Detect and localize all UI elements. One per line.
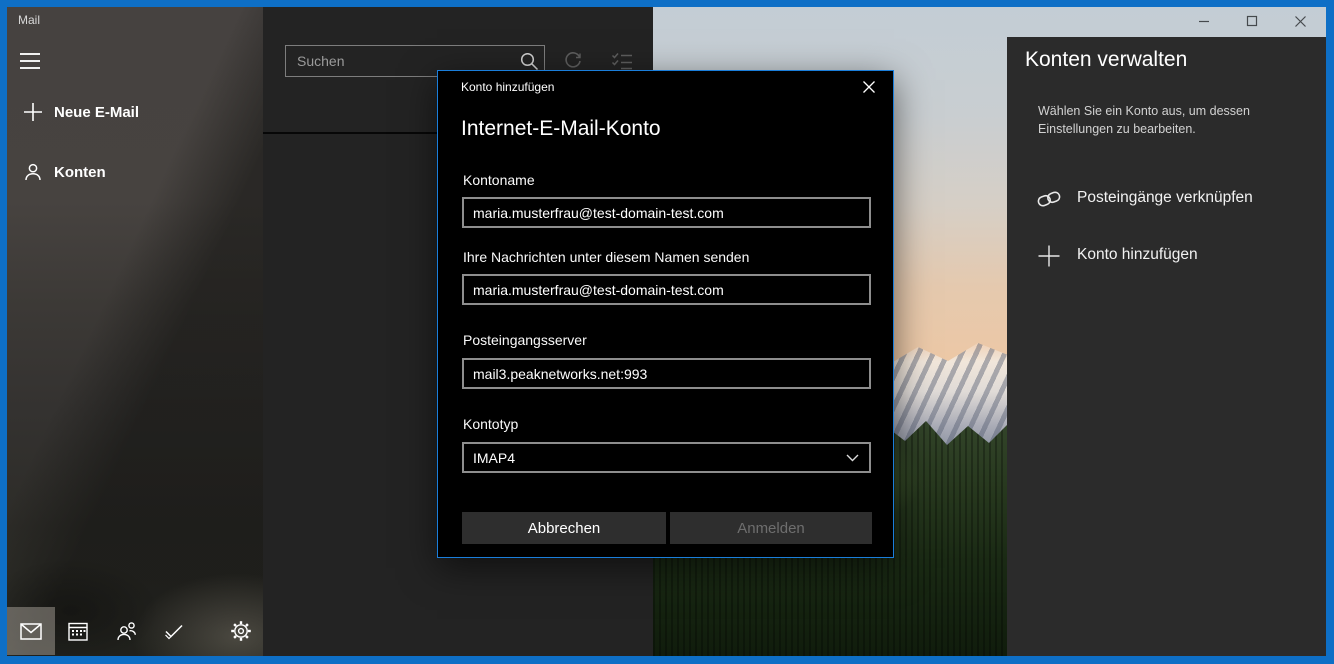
manage-accounts-panel: Konten verwalten Wählen Sie ein Konto au… [1007, 37, 1326, 656]
mail-icon [20, 623, 42, 640]
dock-mail-button[interactable] [7, 607, 55, 655]
add-account-dialog: Konto hinzufügen Internet-E-Mail-Konto K… [437, 70, 894, 558]
plus-icon [1036, 243, 1062, 269]
account-type-value: IMAP4 [464, 450, 835, 466]
cancel-button[interactable]: Abbrechen [462, 512, 666, 544]
people-icon [116, 621, 138, 641]
add-account-label: Konto hinzufügen [1077, 246, 1198, 264]
search-icon[interactable] [514, 52, 544, 71]
dock-todo-button[interactable] [150, 607, 198, 655]
account-name-label: Kontoname [463, 172, 535, 188]
new-mail-button[interactable]: Neue E-Mail [7, 95, 263, 129]
panel-description: Wählen Sie ein Konto aus, um dessen Eins… [1038, 102, 1273, 138]
account-type-label: Kontotyp [463, 416, 518, 432]
gear-icon [230, 620, 252, 642]
check-icon [163, 622, 185, 640]
folder-sidebar: Mail Neue E-Mail Konten [7, 7, 263, 656]
person-icon [21, 160, 45, 184]
dock-people-button[interactable] [103, 607, 151, 655]
account-name-input[interactable] [462, 197, 871, 228]
send-name-input[interactable] [462, 274, 871, 305]
send-name-label: Ihre Nachrichten unter diesem Namen send… [463, 249, 749, 265]
minimize-button[interactable] [1180, 8, 1228, 34]
new-mail-label: Neue E-Mail [54, 104, 139, 121]
account-type-select[interactable]: IMAP4 [462, 442, 871, 473]
plus-icon [21, 100, 45, 124]
window-controls [1180, 8, 1326, 34]
panel-title: Konten verwalten [1025, 48, 1187, 72]
chevron-down-icon [835, 454, 869, 462]
link-inboxes-label: Posteingänge verknüpfen [1077, 189, 1253, 207]
incoming-server-input[interactable] [462, 358, 871, 389]
dock-calendar-button[interactable] [54, 607, 102, 655]
dialog-title: Konto hinzufügen [461, 80, 554, 94]
maximize-button[interactable] [1228, 8, 1276, 34]
app-title: Mail [18, 13, 40, 27]
sidebar-item-accounts[interactable]: Konten [7, 155, 263, 189]
hamburger-menu-button[interactable] [20, 52, 42, 70]
incoming-server-label: Posteingangsserver [463, 332, 587, 348]
mail-app-window: Mail Neue E-Mail Konten [0, 0, 1334, 664]
signin-button[interactable]: Anmelden [670, 512, 872, 544]
sidebar-dock [7, 607, 263, 655]
link-icon [1036, 186, 1062, 212]
close-window-button[interactable] [1276, 8, 1324, 34]
dialog-heading: Internet-E-Mail-Konto [461, 117, 661, 141]
search-input[interactable] [286, 53, 514, 69]
dock-settings-button[interactable] [217, 607, 265, 655]
calendar-icon [68, 621, 88, 641]
dialog-close-button[interactable] [854, 74, 884, 100]
link-inboxes-item[interactable]: Posteingänge verknüpfen [1007, 182, 1326, 218]
accounts-label: Konten [54, 164, 106, 181]
add-account-item[interactable]: Konto hinzufügen [1007, 239, 1326, 275]
